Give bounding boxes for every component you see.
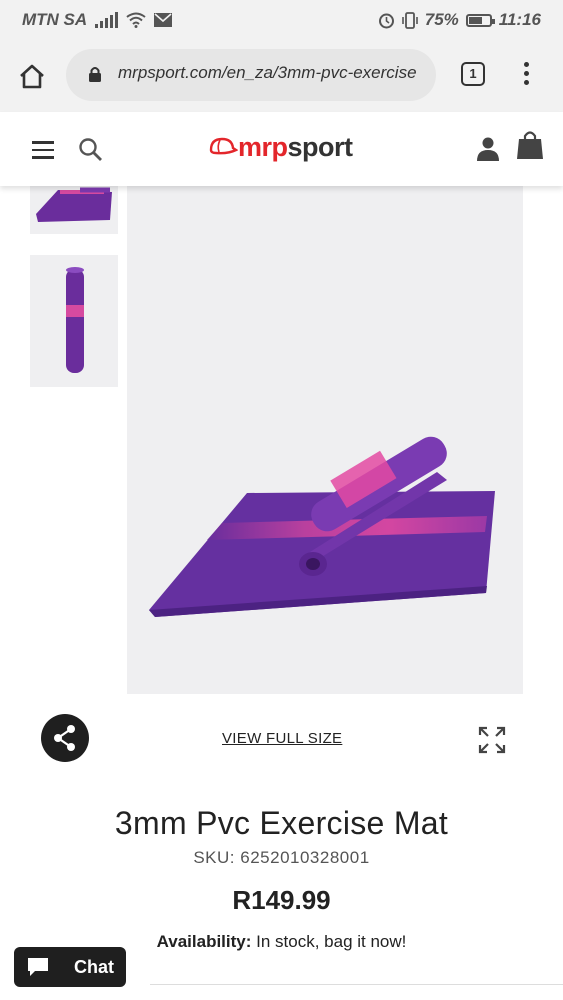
product-sku: SKU: 6252010328001 [0,848,563,868]
availability-value: In stock, bag it now! [256,932,407,951]
battery-fill [468,16,483,24]
hamburger-icon[interactable] [32,141,54,159]
search-icon[interactable] [78,137,104,163]
address-bar[interactable]: mrpsport.com/en_za/3mm-pvc-exercise [66,49,436,101]
sku-label: SKU: [193,848,236,867]
message-icon [154,13,173,27]
availability-label: Availability: [156,932,252,951]
view-full-size-link[interactable]: VIEW FULL SIZE [222,730,342,747]
home-icon[interactable] [17,62,47,92]
thumbnail-rolled-mat-image [66,267,84,373]
sku-value: 6252010328001 [240,848,370,867]
carrier-name: MTN SA [22,10,88,29]
divider [150,984,563,985]
battery-percent: 75% [424,10,459,29]
tab-switcher-button[interactable]: 1 [461,62,485,86]
chat-label: Chat [74,957,114,977]
url-text[interactable]: mrpsport.com/en_za/3mm-pvc-exercise [118,63,426,87]
chat-icon [28,958,48,976]
lock-icon [89,67,101,82]
vibrate-icon [401,11,418,29]
expand-icon[interactable] [477,725,507,755]
product-main-image[interactable] [127,186,523,694]
status-right: 75% 11:16 [378,10,541,30]
status-bar: MTN SA 75% 11:16 [0,0,563,40]
logo-text-sport: sport [287,131,354,162]
alarm-icon [378,13,394,28]
overflow-menu-icon[interactable] [516,62,536,90]
thumbnail-2[interactable] [30,255,118,387]
browser-toolbar: mrpsport.com/en_za/3mm-pvc-exercise 1 [0,40,563,112]
clock-time: 11:16 [498,10,541,29]
bag-icon[interactable] [516,130,544,160]
exercise-mat-image [149,436,495,617]
logo-text-mrp: mrp [238,131,288,162]
wifi-icon [126,12,146,28]
signal-icon [95,12,119,28]
thumbnail-1[interactable] [30,186,118,234]
logo-cap-icon [209,137,238,155]
site-logo[interactable]: mrpsport [208,130,353,164]
chat-button[interactable]: Chat [14,947,126,987]
product-price: R149.99 [232,885,331,915]
status-left: MTN SA [22,10,173,30]
account-icon[interactable] [476,136,500,162]
share-icon [54,725,75,751]
site-header: mrpsport [0,112,563,186]
battery-icon [465,13,495,27]
product-title: 3mm Pvc Exercise Mat [114,805,449,841]
share-button[interactable] [41,714,89,762]
thumbnail-mat-image [36,187,112,222]
